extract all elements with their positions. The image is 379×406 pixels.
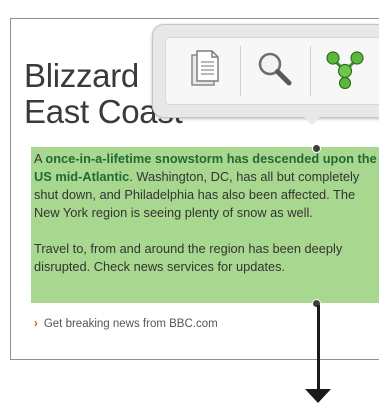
popup-pointer xyxy=(302,115,322,125)
copy-button[interactable] xyxy=(180,46,230,96)
search-button[interactable] xyxy=(250,46,300,96)
annotation-arrow-shaft xyxy=(317,305,320,393)
chevron-right-icon: › xyxy=(34,318,38,330)
article-body[interactable]: A once-in-a-lifetime snowstorm has desce… xyxy=(34,150,379,294)
selection-action-popup xyxy=(152,24,379,118)
copy-icon xyxy=(188,49,222,93)
toolbar-divider xyxy=(310,46,311,96)
share-icon xyxy=(325,49,365,93)
down-arrow-icon xyxy=(305,389,331,403)
paragraph-2: Travel to, from and around the region ha… xyxy=(34,241,343,274)
search-icon xyxy=(256,50,294,92)
share-button[interactable] xyxy=(320,46,370,96)
paragraph-1: A once-in-a-lifetime snowstorm has desce… xyxy=(34,150,379,222)
para1-lead: A xyxy=(34,151,46,166)
bbc-link-label: Get breaking news from BBC.com xyxy=(43,318,218,330)
bbc-link[interactable]: › Get breaking news from BBC.com xyxy=(34,318,218,330)
selection-start-handle[interactable] xyxy=(312,144,321,153)
toolbar-divider xyxy=(240,46,241,96)
popup-toolbar xyxy=(165,37,379,105)
